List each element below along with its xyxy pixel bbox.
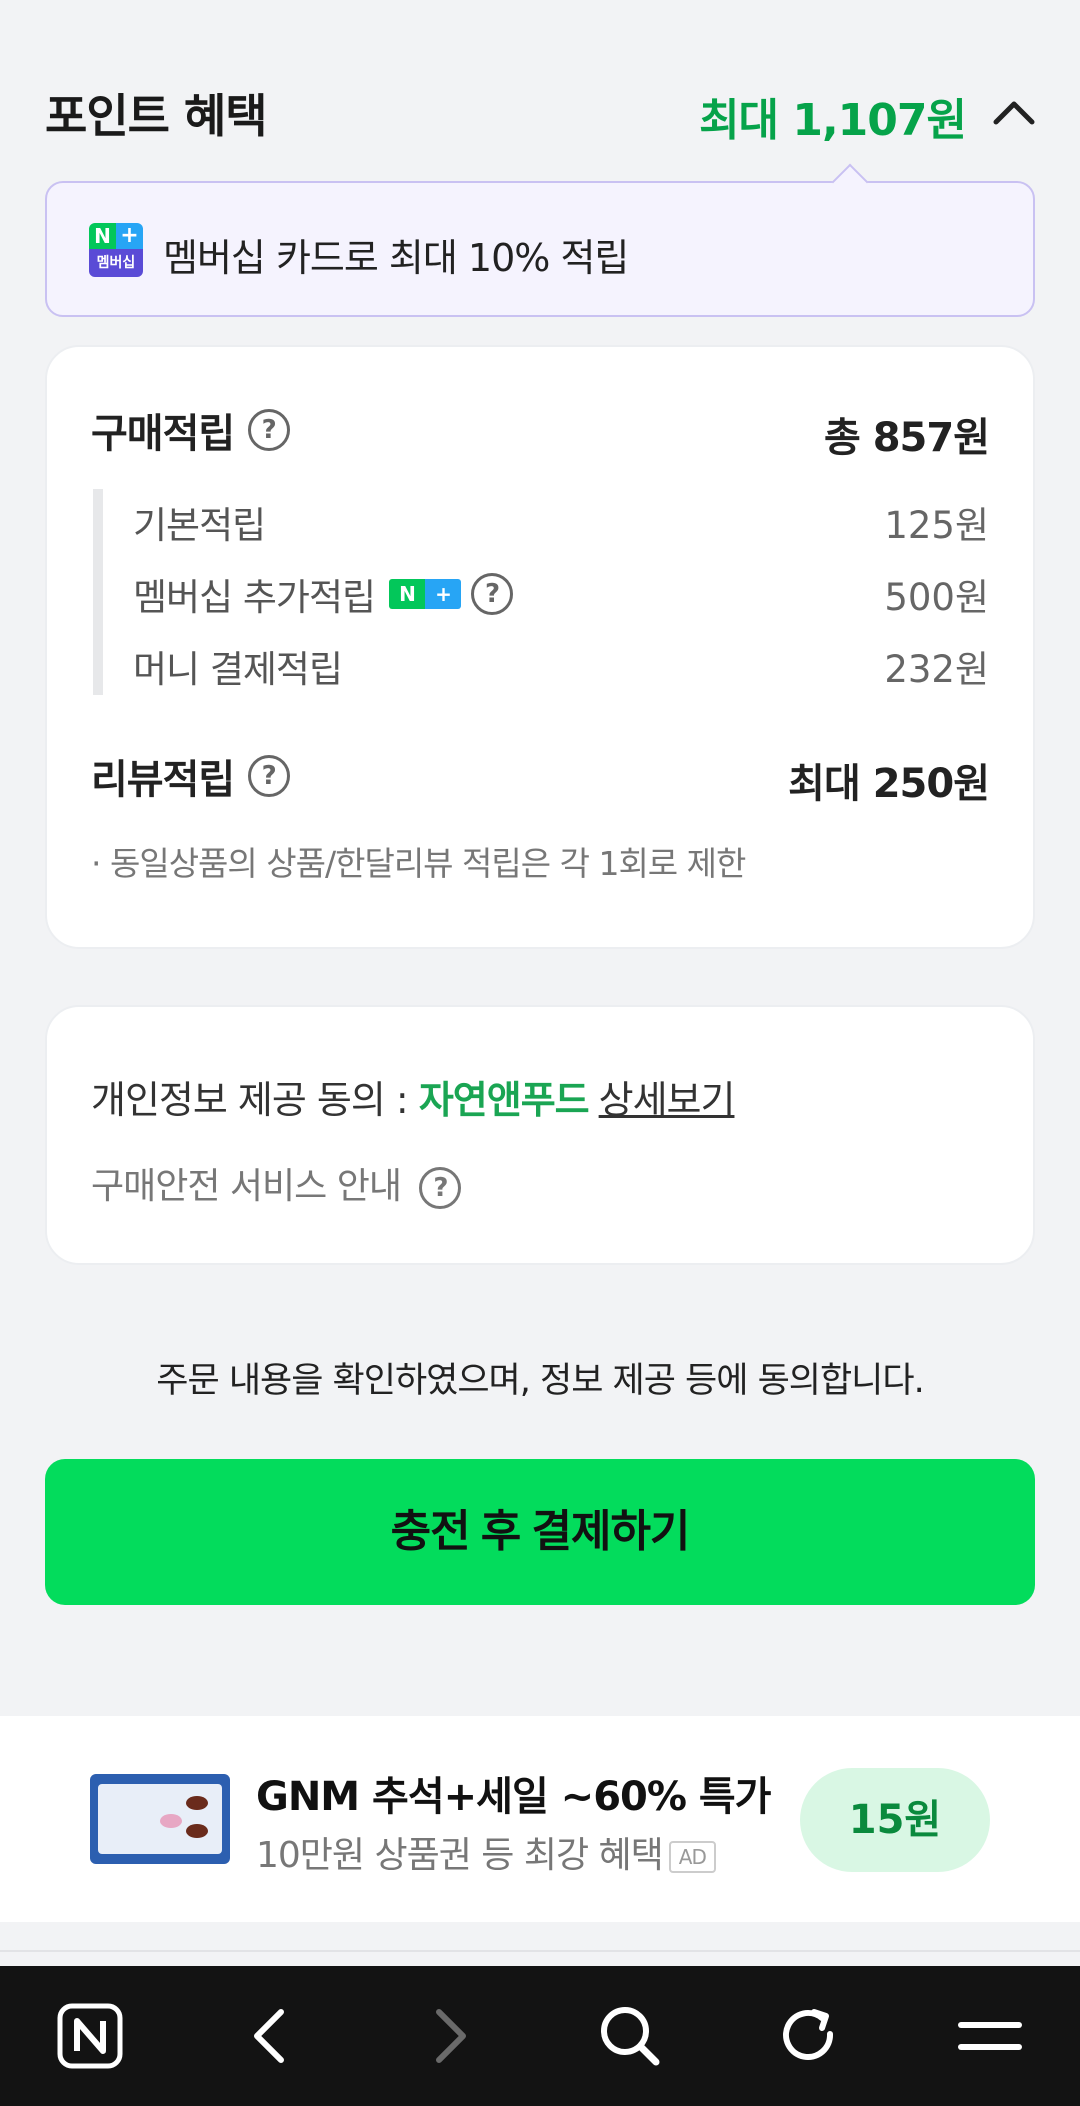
privacy-consent-prefix: 개인정보 제공 동의 : [91,1078,419,1122]
membership-reward-label: 멤버십 추가적립 [133,576,376,619]
question-circle-icon[interactable]: ? [419,1167,462,1209]
consent-card: 개인정보 제공 동의 : 자연앤푸드 상세보기 구매안전 서비스 안내 ? [45,1005,1035,1265]
divider [0,1950,1080,1952]
ad-subtitle: 10만원 상품권 등 최강 혜택 [256,1835,664,1876]
browser-bottom-nav [0,1966,1080,2106]
refresh-icon[interactable] [765,1991,855,2081]
ad-reward-badge[interactable]: 15원 [800,1768,990,1872]
seller-name: 자연앤푸드 [418,1078,590,1122]
ad-tag: AD [668,1841,716,1873]
back-icon[interactable] [225,1991,315,2081]
forward-icon[interactable] [405,1991,495,2081]
review-reward-header: 리뷰적립 ? [91,747,291,805]
purchase-reward-total: 총 857원 [823,415,990,461]
charge-and-pay-button[interactable]: 충전 후 결제하기 [45,1459,1035,1605]
naver-plus-membership-icon: N + 멤버십 [89,223,143,277]
sub-items-bar [93,489,103,695]
ad-title: GNM 추석+세일 ~60% 특가 [256,1774,771,1820]
badge-n: N [89,223,116,249]
banner-pointer [831,163,869,201]
basic-reward-value: 125원 [884,504,989,547]
review-reward-note: · 동일상품의 상품/한달리뷰 적립은 각 1회로 제한 [91,844,746,883]
agreement-text: 주문 내용을 확인하였으며, 정보 제공 등에 동의합니다. [156,1361,924,1401]
ad-banner[interactable]: GNM 추석+세일 ~60% 특가 10만원 상품권 등 최강 혜택 AD 15원 [0,1716,1080,1922]
purchase-safety-label: 구매안전 서비스 안내 [91,1166,402,1207]
purchase-reward-header: 구매적립 ? [91,401,291,459]
search-icon[interactable] [585,1991,675,2081]
privacy-consent-line: 개인정보 제공 동의 : 자연앤푸드 상세보기 [91,1069,736,1124]
points-max-amount[interactable]: 최대 1,107원 [699,84,967,148]
reward-card: 구매적립 ? 총 857원 기본적립 125원 멤버십 추가적립 N + ? 50… [45,345,1035,949]
membership-banner-text: 멤버십 카드로 최대 10% 적립 [163,236,629,280]
ad-thumbnail [90,1774,230,1864]
detail-link[interactable]: 상세보기 [599,1078,736,1122]
review-reward-label: 리뷰적립 [91,757,235,803]
badge-plus: + [116,223,143,249]
naver-plus-icon: N + [389,579,462,609]
question-circle-icon[interactable]: ? [471,573,514,615]
question-circle-icon[interactable]: ? [248,409,291,451]
money-reward-value: 232원 [884,648,989,691]
chevron-up-icon[interactable] [990,92,1038,132]
purchase-reward-label: 구매적립 [91,411,235,457]
membership-reward-row: 멤버십 추가적립 N + ? [133,567,514,621]
review-reward-value: 최대 250원 [788,761,990,807]
money-reward-label: 머니 결제적립 [133,648,343,691]
menu-icon[interactable] [945,1991,1035,2081]
points-benefit-title: 포인트 혜택 [45,89,268,143]
membership-reward-value: 500원 [884,576,989,619]
purchase-safety-row[interactable]: 구매안전 서비스 안내 ? [91,1157,462,1209]
ad-subtitle-row: 10만원 상품권 등 최강 혜택 AD [256,1826,716,1878]
basic-reward-label: 기본적립 [133,504,266,547]
naver-home-icon[interactable] [45,1991,135,2081]
badge-membership-label: 멤버십 [89,249,143,277]
membership-banner[interactable]: N + 멤버십 멤버십 카드로 최대 10% 적립 [45,163,1035,317]
question-circle-icon[interactable]: ? [248,755,291,797]
